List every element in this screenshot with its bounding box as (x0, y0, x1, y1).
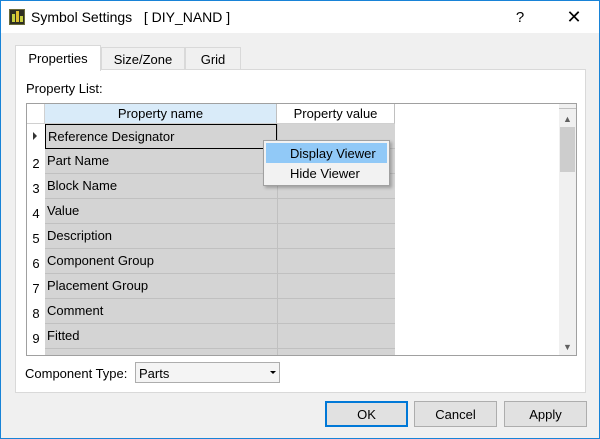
component-type-select[interactable]: Parts (135, 362, 280, 383)
scroll-up-icon[interactable]: ▲ (559, 110, 576, 127)
column-header-property-value[interactable]: Property value (277, 104, 395, 124)
property-name-cell[interactable]: Comment (45, 299, 277, 324)
table-row[interactable] (27, 349, 395, 355)
close-button[interactable]: ✕ (551, 1, 597, 33)
row-header[interactable] (27, 124, 45, 149)
component-type-label: Component Type: (25, 366, 128, 381)
tab-size-zone[interactable]: Size/Zone (101, 47, 185, 70)
table-row[interactable]: 6 Component Group (27, 249, 395, 274)
property-value-cell[interactable] (277, 199, 395, 224)
scroll-thumb[interactable] (560, 127, 575, 172)
table-row[interactable]: 9 Fitted (27, 324, 395, 349)
row-number[interactable]: 3 (27, 174, 45, 199)
property-name-cell[interactable]: Component Group (45, 249, 277, 274)
property-value-cell[interactable] (277, 299, 395, 324)
property-name-cell[interactable]: Placement Group (45, 274, 277, 299)
row-number[interactable] (27, 349, 45, 355)
property-name-cell[interactable]: Reference Designator (45, 124, 277, 149)
menu-item-display-viewer[interactable]: Display Viewer (266, 143, 387, 163)
properties-panel: Property List: Property name Property va… (15, 69, 586, 393)
ok-button[interactable]: OK (325, 401, 408, 427)
scrollbar-header-strip (559, 104, 576, 109)
table-row[interactable]: 4 Value (27, 199, 395, 224)
context-menu: Display Viewer Hide Viewer (263, 140, 390, 186)
property-name-cell[interactable]: Description (45, 224, 277, 249)
row-number[interactable]: 9 (27, 324, 45, 349)
grid-corner-header (27, 104, 45, 124)
row-number[interactable]: 6 (27, 249, 45, 274)
table-row[interactable]: 5 Description (27, 224, 395, 249)
property-name-cell[interactable]: Value (45, 199, 277, 224)
property-name-cell[interactable] (45, 349, 277, 355)
scroll-down-icon[interactable]: ▼ (559, 338, 576, 355)
menu-item-hide-viewer[interactable]: Hide Viewer (266, 163, 387, 183)
close-icon: ✕ (566, 6, 582, 27)
symbol-settings-dialog: Symbol Settings [ DIY_NAND ] ? ✕ Propert… (0, 0, 600, 439)
apply-button[interactable]: Apply (504, 401, 587, 427)
row-number[interactable]: 4 (27, 199, 45, 224)
tab-grid[interactable]: Grid (185, 47, 241, 70)
property-name-cell[interactable]: Fitted (45, 324, 277, 349)
row-number[interactable]: 8 (27, 299, 45, 324)
chevron-down-icon (270, 371, 276, 374)
help-button[interactable]: ? (497, 1, 543, 33)
current-row-arrow-icon (33, 132, 37, 140)
property-name-cell[interactable]: Block Name (45, 174, 277, 199)
title-bar: Symbol Settings [ DIY_NAND ] ? ✕ (1, 1, 599, 33)
property-value-cell[interactable] (277, 224, 395, 249)
component-type-value: Parts (139, 366, 170, 381)
table-row[interactable]: 8 Comment (27, 299, 395, 324)
property-value-cell[interactable] (277, 324, 395, 349)
property-value-cell[interactable] (277, 249, 395, 274)
row-number[interactable]: 5 (27, 224, 45, 249)
column-header-property-name[interactable]: Property name (45, 104, 277, 124)
table-row[interactable]: 7 Placement Group (27, 274, 395, 299)
tab-properties[interactable]: Properties (15, 45, 101, 71)
row-number[interactable]: 7 (27, 274, 45, 299)
row-number[interactable]: 2 (27, 149, 45, 174)
property-list-label: Property List: (26, 81, 103, 96)
cancel-button[interactable]: Cancel (414, 401, 497, 427)
app-icon (9, 9, 25, 25)
window-title: Symbol Settings [ DIY_NAND ] (31, 9, 231, 25)
property-value-cell[interactable] (277, 274, 395, 299)
property-value-cell[interactable] (277, 349, 395, 355)
property-name-cell[interactable]: Part Name (45, 149, 277, 174)
vertical-scrollbar[interactable]: ▲ ▼ (559, 104, 576, 355)
